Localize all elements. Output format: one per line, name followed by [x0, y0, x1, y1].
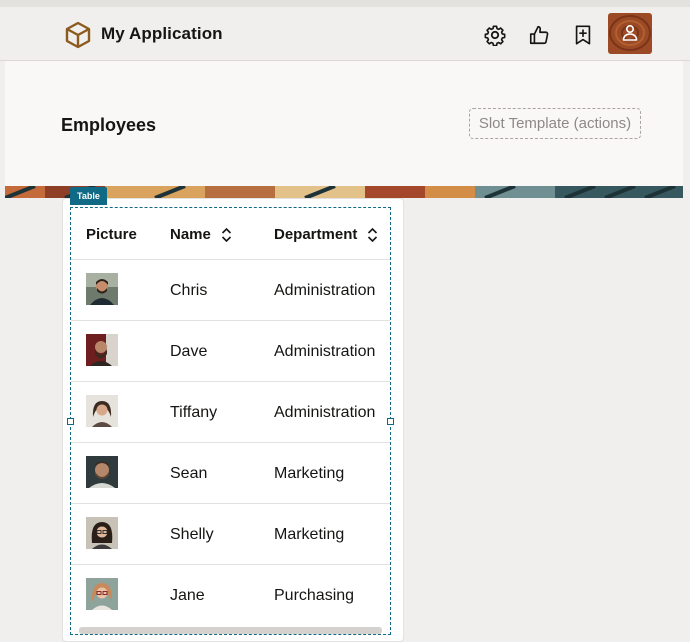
- user-avatar-button[interactable]: [608, 13, 652, 54]
- table-row[interactable]: Shelly Marketing: [71, 504, 390, 565]
- employee-photo: [86, 456, 118, 488]
- employee-name: Jane: [170, 587, 205, 604]
- employee-photo: [86, 334, 118, 366]
- thumbs-up-icon: [529, 25, 549, 45]
- employee-department: Administration: [274, 282, 376, 299]
- page-title: Employees: [61, 115, 157, 135]
- column-header-name[interactable]: Name: [170, 226, 232, 243]
- table-row[interactable]: Chris Administration: [71, 260, 390, 321]
- slot-template-actions[interactable]: Slot Template (actions): [469, 108, 641, 139]
- app-title: My Application: [101, 24, 223, 43]
- page-header: Employees Slot Template (actions): [5, 61, 683, 186]
- resize-handle-left[interactable]: [67, 418, 74, 425]
- top-bar: My Application: [0, 0, 690, 61]
- gear-icon: [484, 25, 506, 46]
- employee-photo: [86, 273, 118, 305]
- table-row[interactable]: Tiffany Administration: [71, 382, 390, 443]
- employee-name: Sean: [170, 465, 208, 482]
- like-button[interactable]: [524, 20, 554, 50]
- table-row[interactable]: Dave Administration: [71, 321, 390, 382]
- sort-icon[interactable]: [367, 227, 378, 243]
- column-header-picture: Picture: [86, 226, 137, 243]
- table-header: Picture Name Department: [71, 208, 390, 260]
- employee-photo: [86, 517, 118, 549]
- employee-department: Purchasing: [274, 587, 355, 604]
- resize-handle-right[interactable]: [387, 418, 394, 425]
- employee-department: Administration: [274, 343, 376, 360]
- employee-department: Administration: [274, 404, 376, 421]
- employee-photo: [86, 395, 118, 427]
- employee-photo: [86, 578, 118, 610]
- table-horizontal-scrollbar[interactable]: [79, 627, 382, 634]
- employees-table: Picture Name Department Chris Administra…: [71, 208, 390, 626]
- employee-name: Dave: [170, 343, 208, 360]
- cube-logo-icon: [65, 21, 91, 49]
- employee-name: Shelly: [170, 526, 214, 543]
- employee-department: Marketing: [274, 526, 345, 543]
- page-scrollbar[interactable]: [683, 61, 690, 642]
- table-row[interactable]: Jane Purchasing: [71, 565, 390, 626]
- settings-button[interactable]: [480, 20, 510, 50]
- wood-texture-background: [608, 13, 652, 54]
- table-row[interactable]: Sean Marketing: [71, 443, 390, 504]
- table-component-tag[interactable]: Table: [70, 187, 107, 205]
- employee-name: Chris: [170, 282, 208, 299]
- sort-icon[interactable]: [221, 227, 232, 243]
- employee-department: Marketing: [274, 465, 345, 482]
- bookmark-button[interactable]: [568, 20, 598, 50]
- bookmark-add-icon: [575, 25, 591, 45]
- column-header-department[interactable]: Department: [274, 226, 378, 243]
- employee-name: Tiffany: [170, 404, 218, 421]
